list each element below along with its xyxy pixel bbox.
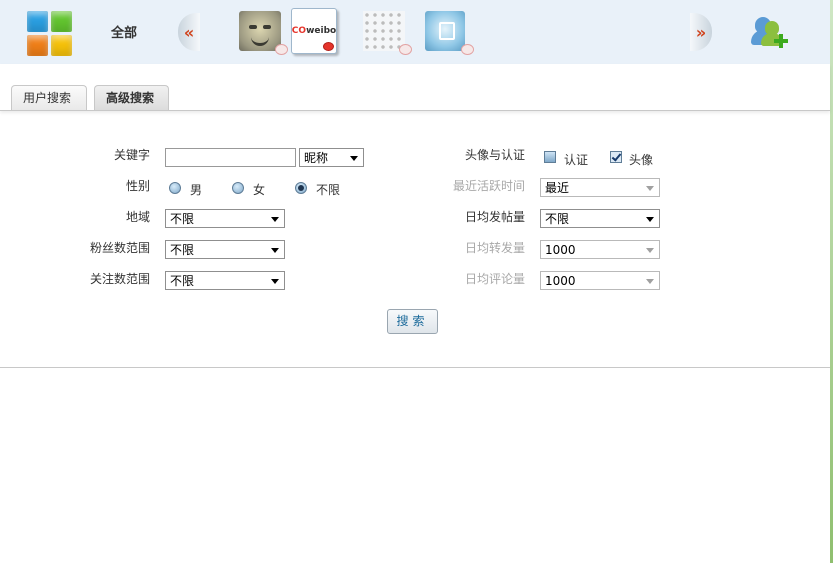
keyword-input[interactable] [165,148,296,167]
logo-tile-orange [27,35,48,56]
logo-tile-blue [27,11,48,32]
add-account-icon[interactable] [751,13,789,51]
region-label: 地域 [125,210,150,224]
avatar-checkbox-label: 头像 [629,153,654,167]
region-select[interactable]: 不限 [165,209,285,228]
chevron-down-icon [646,279,654,284]
daily-reposts-select[interactable]: 1000 [540,240,660,259]
followers-range-select[interactable]: 不限 [165,240,285,259]
weibo-badge-icon [399,44,412,55]
search-button[interactable]: 搜索 [387,309,438,334]
account-avatar-3[interactable] [363,11,412,55]
verified-label: 认证 [564,153,589,167]
chevron-down-icon [646,217,654,222]
weibo-badge-icon [323,42,334,51]
keyword-type-value: 昵称 [304,151,329,165]
gender-radio-female[interactable] [232,182,244,194]
chevron-down-icon [646,248,654,253]
daily-comments-value: 1000 [545,274,576,288]
gender-radio-male[interactable] [169,182,181,194]
avatar-checkbox[interactable] [610,151,622,163]
gender-male-label: 男 [190,183,203,197]
chevron-down-icon [271,217,279,222]
avatar-eye-left [249,25,257,29]
last-active-label: 最近活跃时间 [452,179,525,193]
account-avatar-weibo[interactable]: CO weibo [291,8,337,54]
chevron-down-icon [271,279,279,284]
following-range-select[interactable]: 不限 [165,271,285,290]
gender-radio-any[interactable] [295,182,307,194]
region-value: 不限 [170,212,195,226]
weibo-logo-text: weibo [306,26,337,36]
gender-female-label: 女 [253,183,266,197]
plus-icon [773,33,789,49]
app-logo-icon[interactable] [27,11,74,58]
keyword-label: 关键字 [113,148,150,162]
weibo-badge-icon [275,44,288,55]
avatar-eye-right [263,25,271,29]
daily-reposts-label: 日均转发量 [464,241,525,255]
all-accounts-label[interactable]: 全部 [111,22,137,41]
account-avatar-1[interactable] [239,11,288,55]
daily-posts-value: 不限 [545,212,570,226]
tab-advanced-search[interactable]: 高级搜索 [94,85,169,110]
chevron-down-icon [271,248,279,253]
chevron-down-icon [646,186,654,191]
daily-reposts-value: 1000 [545,243,576,257]
keyword-type-select[interactable]: 昵称 [299,148,364,167]
last-active-select[interactable]: 最近 [540,178,660,197]
smiley-avatar-icon [239,11,281,51]
followers-range-value: 不限 [170,243,195,257]
last-active-value: 最近 [545,181,570,195]
chevron-down-icon [350,156,358,161]
pattern-avatar-icon [363,11,405,51]
weibo-badge-icon [461,44,474,55]
avatar-verify-label: 头像与认证 [464,148,525,162]
scroll-right-button[interactable]: » [690,13,712,51]
followers-range-label: 粉丝数范围 [89,241,150,255]
daily-comments-label: 日均评论量 [464,272,525,286]
avatar-mouth [251,37,269,46]
logo-tile-green [51,11,72,32]
daily-comments-select[interactable]: 1000 [540,271,660,290]
box-avatar-icon [425,11,465,51]
weibo-logo-prefix: CO [291,26,307,36]
tab-user-search[interactable]: 用户搜索 [11,85,87,110]
verified-checkbox[interactable] [544,151,556,163]
account-avatar-4[interactable] [425,11,474,55]
section-divider [0,367,830,368]
following-range-label: 关注数范围 [89,272,150,286]
following-range-value: 不限 [170,274,195,288]
daily-posts-label: 日均发帖量 [464,210,525,224]
logo-tile-yellow [51,35,72,56]
gender-label: 性别 [125,179,150,193]
daily-posts-select[interactable]: 不限 [540,209,660,228]
gender-any-label: 不限 [316,183,341,197]
scroll-left-button[interactable]: « [178,13,200,51]
search-tabs: 用户搜索 高级搜索 [0,64,830,111]
account-bar: 全部 « CO weibo » [0,0,830,65]
